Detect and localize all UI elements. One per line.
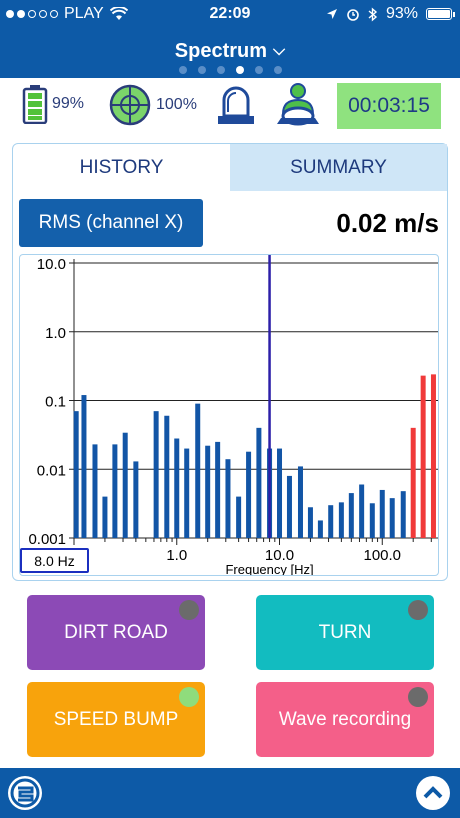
spectrum-bar (379, 489, 385, 538)
spectrum-bar (256, 427, 262, 538)
beacon-light-icon (218, 86, 254, 124)
gps-quality-text: 100% (156, 96, 197, 113)
spectrum-bar (328, 505, 334, 538)
screen-title: Spectrum (174, 40, 268, 62)
x-tick-label: 1.0 (166, 547, 187, 564)
wave-recording-label: Wave recording (278, 708, 412, 730)
chevron-up-icon[interactable] (416, 776, 450, 810)
bottom-bar (0, 768, 460, 818)
alarm-bar (430, 374, 436, 538)
page-dot[interactable] (178, 66, 187, 74)
page-dot[interactable] (216, 66, 225, 74)
turn-indicator-icon (408, 600, 428, 620)
x-tick-label: 100.0 (363, 547, 401, 564)
dirt-road-label: DIRT ROAD (64, 621, 168, 643)
crosshair-icon (109, 84, 151, 126)
spectrum-bar (174, 438, 180, 538)
dirt-road-button[interactable]: DIRT ROAD (27, 595, 205, 670)
page-indicator[interactable] (0, 66, 460, 74)
wave-recording-button[interactable]: Wave recording (256, 682, 434, 757)
spectrum-bar (338, 502, 344, 538)
spectrum-bar (307, 507, 313, 538)
spectrum-bar (359, 484, 365, 538)
tab-summary[interactable]: SUMMARY (230, 144, 447, 191)
status-bar: PLAY 22:09 93% (0, 0, 460, 30)
status-right: 93% (326, 5, 455, 23)
spectrum-bar (122, 432, 128, 538)
spectrum-bar (317, 520, 323, 538)
y-tick-label: 1.0 (45, 325, 66, 342)
dirt-road-indicator-icon (179, 600, 199, 620)
tab-bar: HISTORY SUMMARY (13, 144, 447, 191)
device-battery: 99% (22, 84, 84, 124)
spectrum-chart-svg[interactable]: 10.01.00.10.010.0011.0 10.0 100.0Frequency… (20, 255, 445, 577)
y-tick-label: 0.001 (28, 531, 66, 548)
bluetooth-icon (368, 6, 378, 22)
recording-timer: 00:03:15 (337, 83, 441, 129)
spectrum-bar (205, 445, 211, 538)
app-logo-icon[interactable] (8, 776, 42, 810)
spectrum-bar (236, 496, 242, 538)
location-arrow-icon (326, 9, 337, 19)
wave-recording-indicator-icon (408, 687, 428, 707)
y-tick-label: 0.1 (45, 394, 66, 411)
spectrum-bar (348, 493, 354, 538)
metric-selector-button[interactable]: RMS (channel X) (19, 199, 203, 247)
spectrum-panel: HISTORY SUMMARY RMS (channel X) 0.02 m/s… (12, 143, 448, 581)
spectrum-bar (164, 415, 170, 538)
alarm-clock-icon (347, 9, 359, 21)
spectrum-bar (133, 461, 139, 538)
speed-bump-indicator-icon (179, 687, 199, 707)
chevron-down-icon: ⌵ (273, 42, 286, 59)
spectrum-bar (195, 403, 201, 538)
spectrum-bar (102, 496, 108, 538)
battery-icon (426, 8, 455, 20)
x-axis-label: Frequency [Hz] (225, 562, 313, 575)
battery-level-text: 99% (52, 95, 85, 112)
battery-level-icon (22, 85, 48, 124)
spectrum-bar (153, 411, 159, 538)
alarm-bar (410, 427, 416, 538)
spectrum-bar (92, 444, 98, 538)
metric-value: 0.02 m/s (336, 208, 439, 238)
spectrum-chart[interactable]: 10.0 1.0 0.1 0.01 0.001 1.0 10.0 100.0 Frequency… (19, 254, 445, 577)
spectrum-bar (81, 395, 87, 538)
spectrum-bar (215, 441, 221, 538)
speed-bump-label: SPEED BUMP (53, 708, 179, 730)
spectrum-bar (369, 503, 375, 538)
page-dot[interactable] (273, 66, 282, 74)
speed-bump-button[interactable]: SPEED BUMP (27, 682, 205, 757)
spectrum-bar (112, 444, 118, 538)
spectrum-bar (400, 491, 406, 538)
y-tick-label: 0.01 (37, 462, 66, 479)
driver-icon (277, 83, 319, 126)
spectrum-bar (297, 466, 303, 538)
gps-quality: 100% (108, 83, 197, 127)
page-dot[interactable] (254, 66, 263, 74)
cursor-frequency-box: 8.0 Hz (20, 548, 89, 573)
spectrum-bar (73, 411, 79, 538)
spectrum-bar (277, 448, 283, 538)
battery-percent: 93% (385, 5, 418, 22)
page-dot[interactable] (235, 66, 244, 74)
app-header: PLAY 22:09 93% Spectrum ⌵ (0, 0, 460, 78)
spectrum-bar (225, 459, 231, 538)
page-dot[interactable] (197, 66, 206, 74)
y-tick-label: 10.0 (37, 256, 66, 273)
spectrum-bar (389, 498, 395, 538)
tab-history[interactable]: HISTORY (13, 144, 230, 191)
spectrum-bar (184, 448, 190, 538)
screen-title-selector[interactable]: Spectrum ⌵ (0, 40, 460, 63)
spectrum-bar (286, 475, 292, 538)
spectrum-bar (246, 451, 252, 538)
turn-button[interactable]: TURN (256, 595, 434, 670)
alarm-bar (420, 375, 426, 538)
turn-label: TURN (318, 621, 372, 643)
